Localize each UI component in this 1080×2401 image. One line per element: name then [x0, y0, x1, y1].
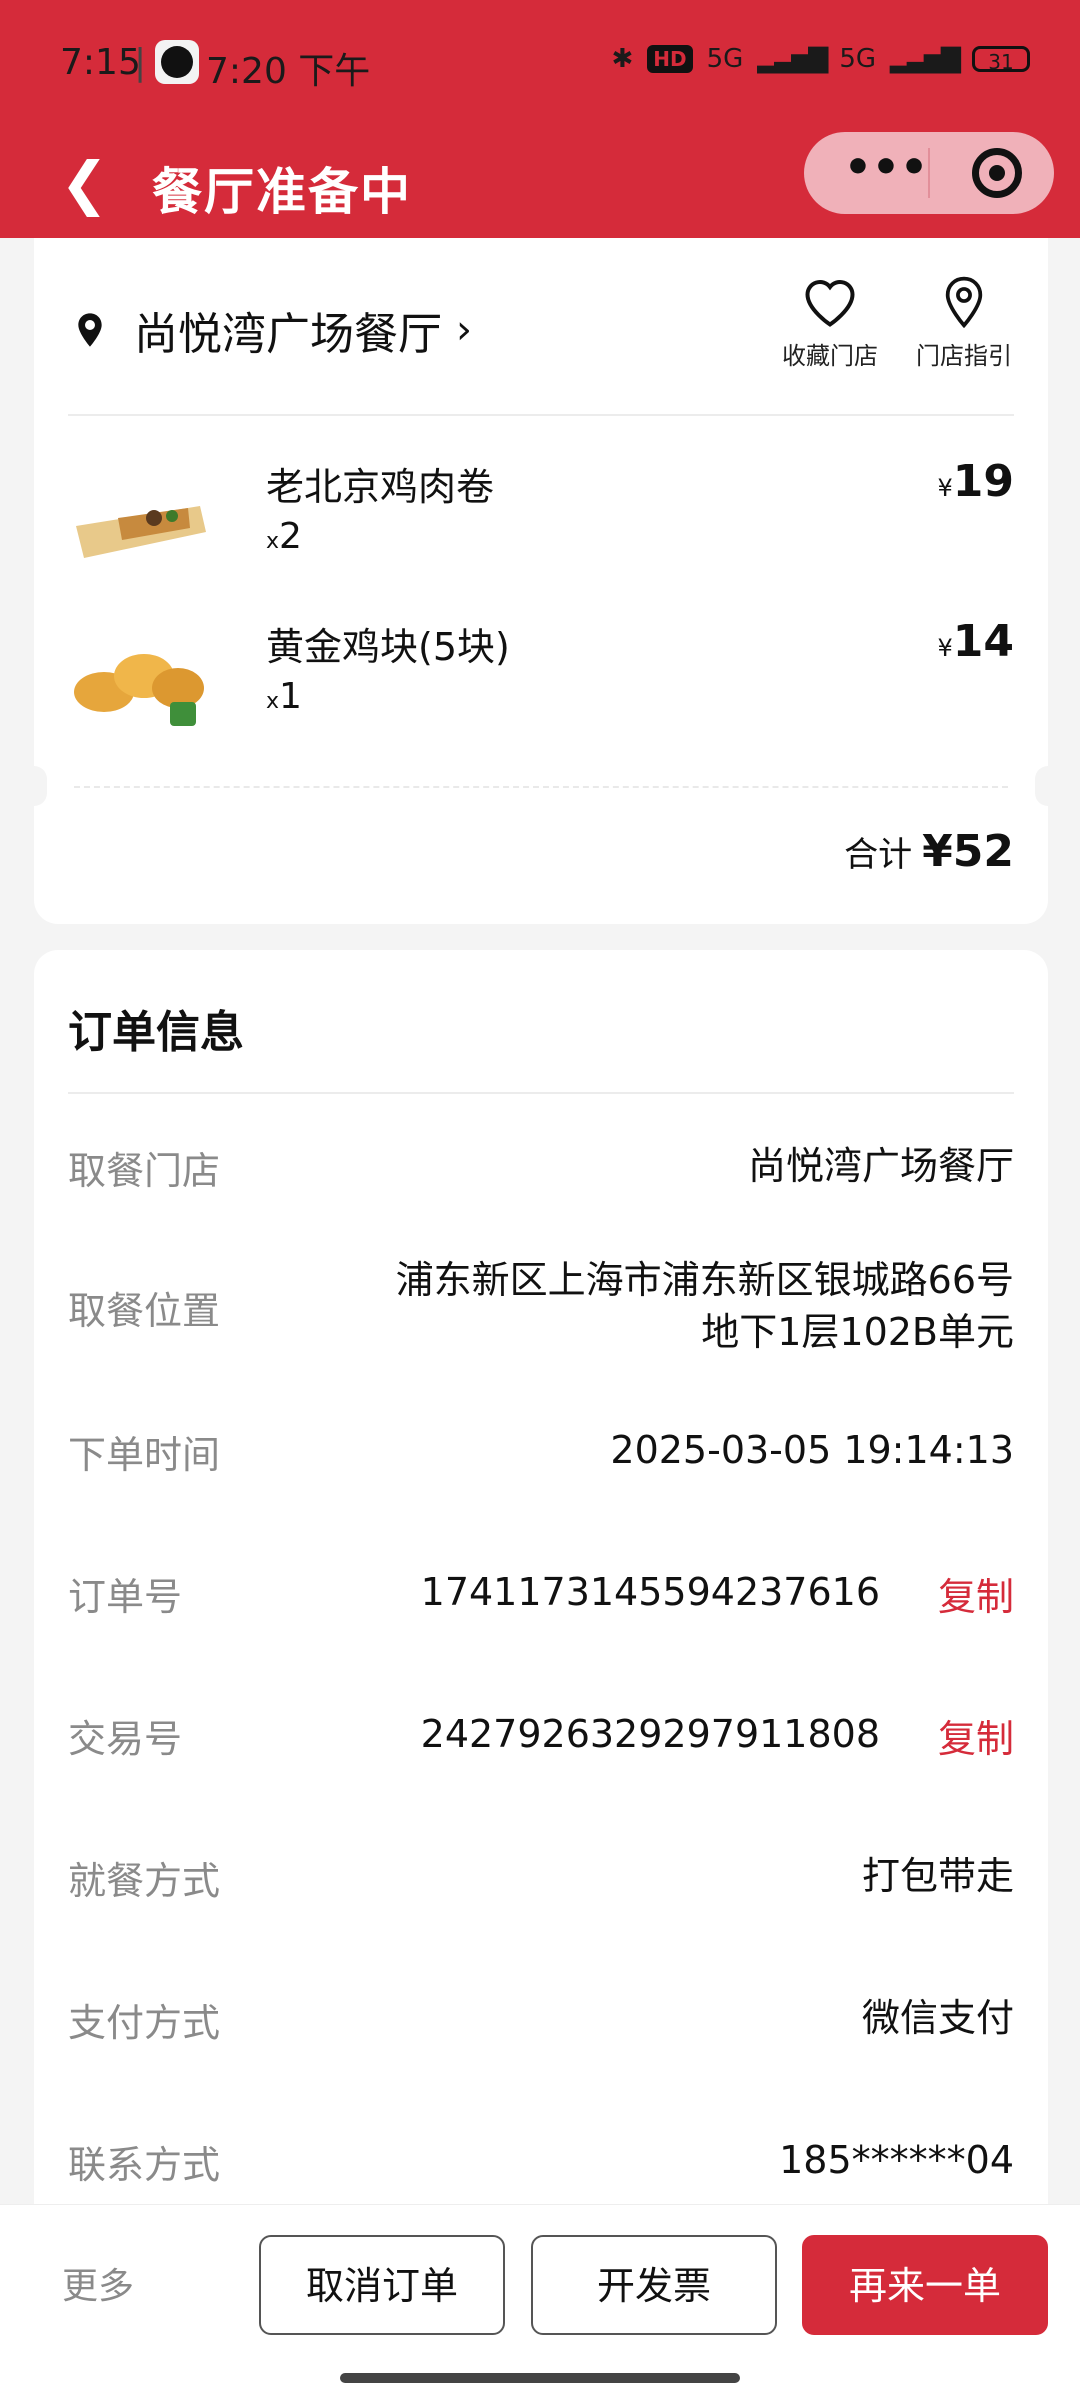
- info-label: 订单号: [68, 1575, 183, 1619]
- info-value-line1: 浦东新区上海市浦东新区银城路66号: [395, 1258, 1014, 1302]
- hd-badge: HD: [647, 45, 693, 73]
- reorder-button[interactable]: 再来一单: [802, 2235, 1048, 2335]
- item-quantity: x1: [266, 676, 302, 717]
- close-target-icon[interactable]: [972, 148, 1022, 198]
- status-separator: |: [134, 42, 147, 83]
- info-value: 打包带走: [861, 1854, 1014, 1898]
- clock-app-icon: [155, 40, 199, 84]
- network-5g-label-2: 5G: [839, 44, 877, 74]
- order-info-title: 订单信息: [68, 1007, 244, 1058]
- nav-bar: ❮ 餐厅准备中 •••: [0, 130, 1080, 238]
- status-time: 7:15: [60, 42, 141, 83]
- home-indicator[interactable]: [340, 2373, 740, 2383]
- info-value: 尚悦湾广场餐厅: [747, 1144, 1014, 1188]
- favorite-store-button[interactable]: 收藏门店: [770, 274, 890, 371]
- info-value: 2427926329297911808: [420, 1712, 880, 1756]
- info-value: 微信支付: [861, 1996, 1014, 2040]
- copy-order-number-button[interactable]: 复制: [938, 1566, 1014, 1621]
- back-chevron-icon[interactable]: ❮: [60, 148, 109, 218]
- mini-program-capsule: •••: [804, 132, 1054, 214]
- dashed-divider: [74, 786, 1008, 788]
- info-label: 取餐位置: [68, 1289, 221, 1333]
- cancel-order-button[interactable]: 取消订单: [259, 2235, 505, 2335]
- status-icons: ✱ HD 5G ▂▃▅▇ 5G ▂▃▅▇ 31: [611, 44, 1030, 74]
- info-value: 1741173145594237616: [420, 1570, 880, 1614]
- more-dots-icon[interactable]: •••: [836, 140, 936, 206]
- item-price: ¥14: [937, 616, 1014, 667]
- ticket-notch-left: [21, 766, 47, 806]
- store-chevron-icon: ›: [456, 307, 472, 353]
- status-secondary-time: 7:20 下午: [206, 51, 371, 92]
- info-label: 支付方式: [68, 2001, 221, 2045]
- page-title: 餐厅准备中: [152, 163, 412, 221]
- total-label: 合计: [844, 835, 913, 875]
- bluetooth-icon: ✱: [611, 44, 634, 74]
- signal-icon-2: ▂▃▅▇: [890, 44, 961, 74]
- chicken-nuggets-image: [68, 626, 210, 736]
- info-label: 取餐门店: [68, 1149, 221, 1193]
- order-info-card: 订单信息 取餐门店 尚悦湾广场餐厅 取餐位置 浦东新区上海市浦东新区银城路66号…: [34, 950, 1048, 2210]
- copy-transaction-number-button[interactable]: 复制: [938, 1708, 1014, 1763]
- info-label: 交易号: [68, 1717, 183, 1761]
- store-link[interactable]: 尚悦湾广场餐厅 ›: [70, 298, 472, 362]
- capsule-divider: [928, 148, 930, 198]
- location-outline-icon: [945, 276, 983, 329]
- item-price: ¥19: [937, 456, 1014, 507]
- order-total: 合计 ¥52: [844, 826, 1014, 877]
- divider: [68, 1092, 1014, 1094]
- item-name: 黄金鸡块(5块): [266, 625, 510, 669]
- total-amount: ¥52: [922, 826, 1014, 877]
- bottom-action-bar: 更多 取消订单 开发票 再来一单: [0, 2204, 1080, 2401]
- chicken-wrap-image: [68, 466, 210, 576]
- order-item: 黄金鸡块(5块) x1 ¥14: [68, 616, 1014, 746]
- ticket-notch-right: [1035, 766, 1061, 806]
- order-item: 老北京鸡肉卷 x2 ¥19: [68, 456, 1014, 586]
- more-button[interactable]: 更多: [62, 2257, 134, 2309]
- signal-icon: ▂▃▅▇: [757, 44, 828, 74]
- store-guide-label: 门店指引: [916, 342, 1012, 370]
- order-items-card: 尚悦湾广场餐厅 › 收藏门店 门店指引 老北京鸡肉卷 x2 ¥19 黄金鸡块(5…: [21, 238, 1061, 924]
- heart-icon: [805, 280, 855, 327]
- store-name: 尚悦湾广场餐厅: [134, 309, 442, 360]
- item-quantity: x2: [266, 516, 302, 557]
- item-name: 老北京鸡肉卷: [266, 465, 495, 509]
- location-pin-icon: [78, 313, 102, 347]
- status-bar: 7:15 | 7:20 下午 ✱ HD 5G ▂▃▅▇ 5G ▂▃▅▇ 31: [0, 0, 1080, 130]
- info-label: 就餐方式: [68, 1859, 221, 1903]
- invoice-button[interactable]: 开发票: [531, 2235, 777, 2335]
- info-label: 下单时间: [68, 1433, 221, 1477]
- favorite-store-label: 收藏门店: [782, 342, 878, 370]
- store-guide-button[interactable]: 门店指引: [904, 274, 1024, 371]
- info-label: 联系方式: [68, 2143, 221, 2187]
- info-value: 185******04: [779, 2138, 1014, 2182]
- network-5g-label: 5G: [706, 44, 744, 74]
- info-value: 2025-03-05 19:14:13: [610, 1428, 1014, 1472]
- info-value-line2: 地下1层102B单元: [701, 1310, 1014, 1354]
- battery-icon: 31: [972, 46, 1030, 74]
- divider: [68, 414, 1014, 416]
